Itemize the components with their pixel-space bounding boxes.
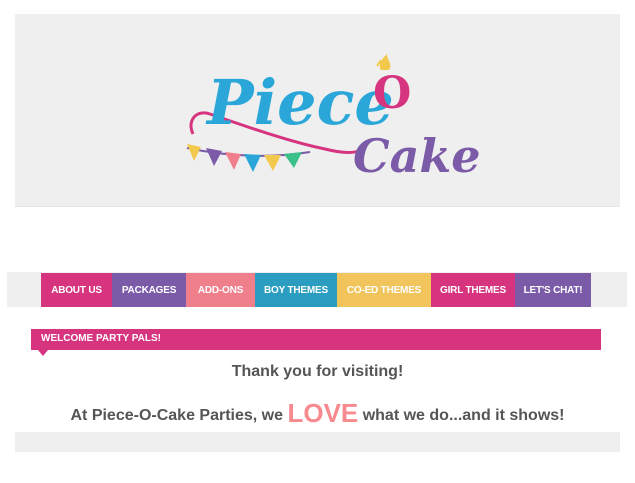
pennant-yellow	[187, 144, 201, 161]
tagline-love: LOVE	[287, 398, 359, 428]
nav-lets-chat[interactable]: LET'S CHAT!	[515, 273, 591, 307]
welcome-banner: WELCOME PARTY PALS!	[31, 329, 601, 356]
welcome-heading: WELCOME PARTY PALS!	[41, 333, 161, 344]
pennant-yellow-2	[264, 155, 281, 171]
tagline-after: what we do...and it shows!	[358, 407, 565, 424]
nav-label: GIRL THEMES	[440, 284, 506, 296]
nav-label: PACKAGES	[121, 284, 177, 296]
nav-label: ABOUT US	[51, 284, 102, 296]
nav-label: ADD-ONS	[197, 284, 244, 296]
nav-label: CO-ED THEMES	[346, 284, 422, 296]
pennant-green	[284, 152, 302, 168]
nav-label: LET'S CHAT!	[523, 284, 583, 296]
pennant-pink	[225, 152, 241, 170]
footer-strip	[15, 432, 620, 452]
nav-boy-themes[interactable]: BOY THEMES	[255, 273, 337, 307]
nav-packages[interactable]: PACKAGES	[112, 273, 186, 307]
nav-about-us[interactable]: ABOUT US	[41, 273, 112, 307]
header-banner: Piece O Cake	[15, 14, 620, 207]
nav-girl-themes[interactable]: GIRL THEMES	[431, 273, 515, 307]
pennant-purple	[206, 148, 222, 166]
logo-cake-text: Cake	[353, 129, 481, 183]
tagline-before: At Piece-O-Cake Parties, we	[70, 407, 288, 424]
tagline: At Piece-O-Cake Parties, we LOVE what we…	[0, 398, 635, 429]
welcome-banner-tail	[38, 350, 48, 356]
nav-add-ons[interactable]: ADD-ONS	[186, 273, 255, 307]
main-navigation: ABOUT US PACKAGES ADD-ONS BOY THEMES CO-…	[41, 273, 591, 307]
nav-co-ed-themes[interactable]: CO-ED THEMES	[337, 273, 431, 307]
pennant-blue	[244, 154, 261, 172]
piece-o-cake-logo[interactable]: Piece O Cake	[15, 14, 620, 206]
nav-label: BOY THEMES	[264, 284, 328, 296]
logo-o-text: O	[373, 68, 411, 119]
thank-you-text: Thank you for visiting!	[231, 363, 404, 380]
candle-flame-icon	[379, 54, 391, 70]
